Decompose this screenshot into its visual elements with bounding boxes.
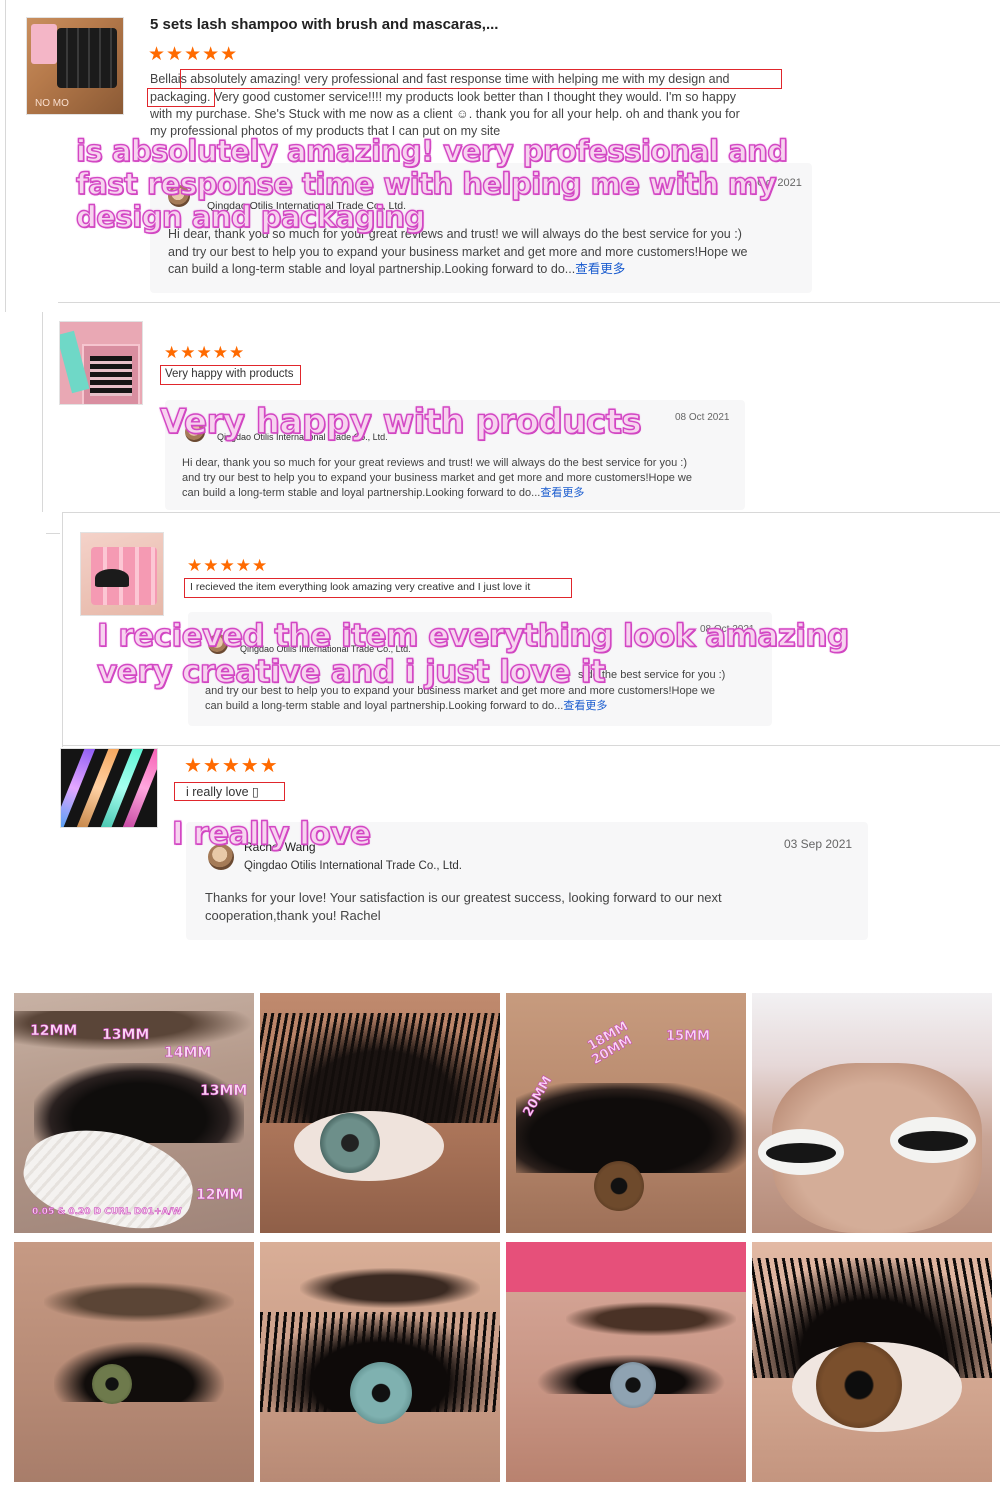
label-curl: 0.05 & 0.20 D CURL D01+A/W [32,1207,182,1218]
review4-highlight-box [174,782,285,801]
photo-lash-volume [54,1342,224,1402]
photo-iris [92,1364,132,1404]
review1-overlay-line2: fast response time with helping me with … [75,167,777,201]
review1-overlay-line1: is absolutely amazing! very professional… [75,134,788,168]
reply-text-line2: and try our best to help you to expand y… [168,245,748,259]
review1-product-thumbnail[interactable]: NO MO [26,17,124,115]
see-more-link[interactable]: 查看更多 [540,487,584,499]
section3-divider-top [62,512,1000,513]
gallery-photo-eye-closeup-5 [752,1242,992,1482]
label-12mm-b: 12MM [196,1187,244,1204]
photo-iris [610,1362,656,1408]
review3-overlay-line1: I recieved the item everything look amaz… [96,618,850,654]
thumb-lash-fan [95,569,129,587]
review1-highlight-box [180,69,782,89]
review2-highlight-box [160,365,301,385]
review3-product-thumbnail[interactable] [80,532,164,616]
label-13mm: 13MM [102,1027,150,1044]
review3-overlay-line2: very creative and i just love it [96,654,606,690]
reply-text-line3: can build a long-term stable and loyal p… [168,261,625,277]
review1-highlight-box-2 [147,88,215,107]
photo-eyebrow [300,1268,480,1308]
review2-product-thumbnail[interactable] [59,321,143,405]
reply-text-line2: and try our best to help you to expand y… [182,472,692,484]
photo-iris [320,1113,380,1173]
review3-divider [62,745,1000,746]
label-12mm: 12MM [30,1023,78,1040]
review1-text-line2: packaging. Very good customer service!!!… [150,89,736,105]
reply-text-line1: Thanks for your love! Your satisfaction … [205,890,722,905]
review4-star-rating: ★★★★★ [184,755,279,777]
photo-lashes-right [898,1131,968,1151]
review4-overlay: I really love [171,816,371,852]
reply-text-line3: can build a long-term stable and loyal p… [205,699,607,713]
label-14mm: 14MM [164,1045,212,1062]
section2-divider-v [42,312,43,512]
see-more-link[interactable]: 查看更多 [563,700,607,712]
reply-text-line3-content: can build a long-term stable and loyal p… [168,262,576,276]
left-divider [5,0,6,312]
gallery-photo-eye-closeup-1 [260,993,500,1233]
review4-product-thumbnail[interactable] [60,748,158,828]
photo-iris [350,1362,412,1424]
review1-overlay-line3: design and packaging [75,200,426,234]
photo-lash-volume [516,1083,746,1173]
seller-company-name: Qingdao Otilis International Trade Co., … [244,860,462,872]
label-13mm-b: 13MM [200,1083,248,1100]
see-more-link[interactable]: 查看更多 [575,262,625,276]
gallery-photo-eye-closeup-2 [14,1242,254,1482]
reply-text-line3-content: can build a long-term stable and loyal p… [182,487,541,499]
photo-lashes-left [766,1143,836,1163]
gallery-photo-eye-closeup-4 [506,1242,746,1482]
thumb-brand-text: NO MO [35,98,69,109]
review2-star-rating: ★★★★★ [164,343,246,362]
review1-divider [58,302,1000,303]
review3-highlight-box [184,578,572,598]
section3-divider-v [62,512,63,747]
review1-text-line3: with my purchase. She's Stuck with me no… [150,107,740,121]
photo-lashes [260,1013,500,1123]
gallery-photo-lash-lengths: 12MM 13MM 14MM 13MM 12MM 0.05 & 0.20 D C… [14,993,254,1233]
review1-product-title[interactable]: 5 sets lash shampoo with brush and masca… [150,16,498,33]
label-15mm: 15MM [666,1029,710,1045]
reply-date: 08 Oct 2021 [675,412,730,423]
review1-star-rating: ★★★★★ [148,44,239,65]
thumb-lash-strips [90,356,132,396]
review1-text-rest: Very good customer service!!!! my produc… [210,90,737,104]
review2-overlay: Very happy with products [159,402,642,442]
review3-star-rating: ★★★★★ [187,556,269,575]
photo-eyebrow [44,1282,234,1322]
photo-iris [816,1342,902,1428]
reply-text-line1: Hi dear, thank you so much for your grea… [182,457,688,469]
review1-reviewer-name: Bella [150,72,178,86]
photo-pink-cap [506,1242,746,1292]
reply-text-line2: cooperation,thank you! Rachel [205,908,381,923]
thumb-pink-items [31,24,57,64]
photo-eyebrow [566,1302,736,1336]
gallery-photo-eye-closeup-3 [260,1242,500,1482]
gallery-photo-lash-map: 18MM 20MM 20MM 15MM [506,993,746,1233]
photo-iris [594,1161,644,1211]
gallery-photo-lash-application [752,993,992,1233]
review2-divider [46,533,60,534]
reply-text-line3-content: can build a long-term stable and loyal p… [205,700,564,712]
reply-date: 03 Sep 2021 [784,837,853,851]
reply-text-line3: can build a long-term stable and loyal p… [182,486,584,500]
thumb-cosmetic-bottles [57,28,117,88]
